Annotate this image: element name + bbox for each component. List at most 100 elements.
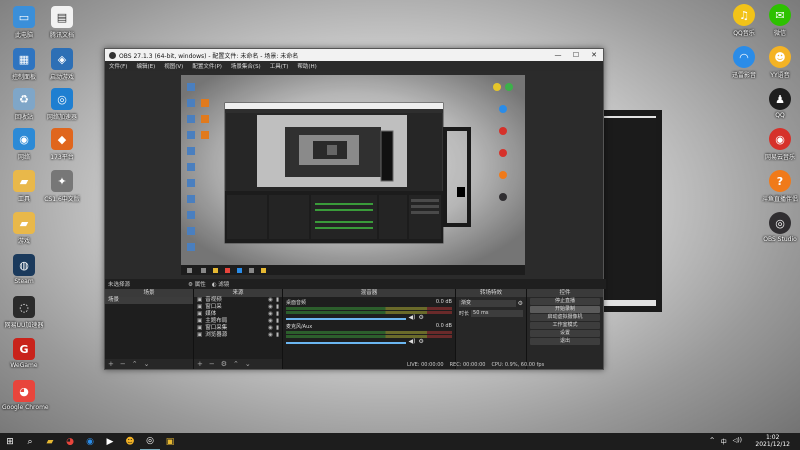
menu-item[interactable]: 场景集合(S) xyxy=(231,62,261,70)
computer-icon: ▭ xyxy=(13,6,35,28)
desktop-icon-qq[interactable]: ♟ QQ xyxy=(758,88,800,119)
steam-icon: ◍ xyxy=(13,254,35,276)
properties-button[interactable]: ⚙ 属性 xyxy=(188,280,206,288)
transition-select[interactable]: 渐变 xyxy=(459,300,516,307)
add-scene-icon[interactable]: + xyxy=(108,360,114,368)
obs-titlebar[interactable]: OBS 27.1.3 (64-bit, windows) - 配置文件: 未命名… xyxy=(105,49,603,61)
control-button-0[interactable]: 停止直播 xyxy=(530,298,600,305)
lock-icon[interactable]: ▮ xyxy=(276,325,279,332)
menu-item[interactable]: 视图(V) xyxy=(164,62,183,70)
desktop-icon-document[interactable]: ▤ 腾讯文档 xyxy=(40,6,84,39)
menu-item[interactable]: 工具(T) xyxy=(270,62,289,70)
visibility-eye-icon[interactable]: ◉ xyxy=(268,297,273,304)
source-item[interactable]: ▣ 主题布局 ◉ ▮ xyxy=(194,318,282,325)
move-up-icon[interactable]: ⌃ xyxy=(132,360,138,368)
tray-item[interactable]: ◁)) xyxy=(733,437,742,446)
desktop-icon-obs[interactable]: ◎ OBS Studio xyxy=(758,212,800,243)
menu-item[interactable]: 配置文件(P) xyxy=(192,62,222,70)
move-up-icon[interactable]: ⌃ xyxy=(233,360,239,368)
minimize-button[interactable]: — xyxy=(549,51,567,59)
cpu-status: CPU: 0.9%, 60.00 fps xyxy=(491,361,545,368)
control-button-4[interactable]: 设置 xyxy=(530,330,600,337)
remove-source-icon[interactable]: − xyxy=(209,360,215,368)
desktop-icon-chrome[interactable]: ◕ Google Chrome xyxy=(2,380,49,411)
menu-item[interactable]: 编辑(E) xyxy=(136,62,155,70)
lock-icon[interactable]: ▮ xyxy=(276,311,279,318)
volume-slider[interactable] xyxy=(286,317,406,320)
tray-item[interactable]: ^ xyxy=(710,437,715,446)
add-source-icon[interactable]: + xyxy=(197,360,203,368)
transition-settings-icon[interactable]: ⚙ xyxy=(518,300,523,307)
desktop-icon-douyu[interactable]: ? 斗鱼直播伴侣 xyxy=(758,170,800,203)
visibility-eye-icon[interactable]: ◉ xyxy=(268,332,273,339)
maximize-button[interactable]: ☐ xyxy=(567,51,585,59)
desktop-icon-folder-games[interactable]: ▰ 游戏 xyxy=(2,212,46,245)
desktop-icon-cs[interactable]: ✦ CS1.6中文版 xyxy=(40,170,84,203)
visibility-eye-icon[interactable]: ◉ xyxy=(268,311,273,318)
netease-music-icon: ◉ xyxy=(769,128,791,150)
controls-header: 控件 xyxy=(527,289,603,297)
lock-icon[interactable]: ▮ xyxy=(276,332,279,339)
desktop-icon-game-launcher[interactable]: ◈ 启动游戏 xyxy=(40,48,84,81)
clock[interactable]: 1:02 2021/12/12 xyxy=(755,434,790,448)
obs-active-icon[interactable]: ◎ xyxy=(140,433,160,450)
move-down-icon[interactable]: ⌄ xyxy=(245,360,251,368)
menu-item[interactable]: 文件(F) xyxy=(109,62,127,70)
desktop-icon-platform-173[interactable]: ◆ 173平台 xyxy=(40,128,84,161)
source-item[interactable]: ▣ 浏览器源 ◉ ▮ xyxy=(194,332,282,339)
desktop-icon-steam[interactable]: ◍ Steam xyxy=(2,254,46,285)
control-button-5[interactable]: 退出 xyxy=(530,338,600,345)
desktop-icon-label: OBS Studio xyxy=(763,236,797,243)
close-button[interactable]: ✕ xyxy=(585,51,603,59)
search-icon[interactable]: ⌕ xyxy=(20,433,40,450)
video-app-icon[interactable]: ▶ xyxy=(100,433,120,450)
duration-input[interactable]: 50 ms xyxy=(471,310,523,317)
media-app-icon[interactable]: ▣ xyxy=(160,433,180,450)
control-button-3[interactable]: 工作室模式 xyxy=(530,322,600,329)
desktop-icon-netease-music[interactable]: ◉ 网易云音乐 xyxy=(758,128,800,161)
desktop-icon-wechat[interactable]: ✉ 微信 xyxy=(758,4,800,37)
obs-window[interactable]: OBS 27.1.3 (64-bit, windows) - 配置文件: 未命名… xyxy=(104,48,606,370)
volume-slider[interactable] xyxy=(286,341,406,344)
start-icon[interactable]: ⊞ xyxy=(0,433,20,450)
gear-icon[interactable]: ⚙ xyxy=(418,338,423,345)
source-name: 窗口采 xyxy=(205,304,222,310)
source-name: 主题布局 xyxy=(205,318,228,324)
file-explorer-icon[interactable]: ▰ xyxy=(40,433,60,450)
recursive-capture-graphic xyxy=(181,75,525,275)
gear-icon[interactable]: ⚙ xyxy=(418,314,423,321)
yy-taskbar-icon[interactable]: ☻ xyxy=(120,433,140,450)
visibility-eye-icon[interactable]: ◉ xyxy=(268,304,273,311)
visibility-eye-icon[interactable]: ◉ xyxy=(268,318,273,325)
speaker-icon[interactable]: ◀) xyxy=(409,314,416,321)
source-item[interactable]: ▣ 媒体 ◉ ▮ xyxy=(194,311,282,318)
move-down-icon[interactable]: ⌄ xyxy=(144,360,150,368)
visibility-eye-icon[interactable]: ◉ xyxy=(268,325,273,332)
obs-taskbar-icon[interactable]: ◉ xyxy=(80,433,100,450)
mixer-track: 麦克风/Aux 0.0 dB ◀) ⚙ xyxy=(283,321,455,345)
speaker-icon[interactable]: ◀) xyxy=(409,338,416,345)
filters-button[interactable]: ◐ 滤镜 xyxy=(212,280,230,288)
preview-area[interactable] xyxy=(105,71,603,279)
source-settings-icon[interactable]: ⚙ xyxy=(221,360,227,368)
menu-item[interactable]: 帮助(H) xyxy=(297,62,316,70)
qq-music-icon: ♫ xyxy=(733,4,755,26)
desktop-icon-label: 微信 xyxy=(773,30,786,37)
source-item[interactable]: ▣ 窗口采 ◉ ▮ xyxy=(194,304,282,311)
source-item[interactable]: ▣ 音视频 ◉ ▮ xyxy=(194,297,282,304)
desktop-icon-yy[interactable]: ☻ YY语音 xyxy=(758,46,800,79)
desktop-icon-label: YY语音 xyxy=(770,72,790,79)
desktop-icon-network-accelerator[interactable]: ◎ 网络加速器 xyxy=(40,88,84,121)
tray-item[interactable]: 中 xyxy=(721,437,727,446)
remove-scene-icon[interactable]: − xyxy=(120,360,126,368)
control-button-1[interactable]: 开始录制 xyxy=(530,306,600,313)
desktop-icon-wegame[interactable]: G WeGame xyxy=(2,338,46,369)
lock-icon[interactable]: ▮ xyxy=(276,304,279,311)
lock-icon[interactable]: ▮ xyxy=(276,297,279,304)
chrome-taskbar-icon[interactable]: ◕ xyxy=(60,433,80,450)
desktop-icon-uu-accelerator[interactable]: ◌ 网易UU加速器 xyxy=(2,296,46,329)
control-button-2[interactable]: 启动虚拟摄像机 xyxy=(530,314,600,321)
source-item[interactable]: ▣ 窗口采集 ◉ ▮ xyxy=(194,325,282,332)
scene-item[interactable]: 场景 xyxy=(105,297,193,304)
lock-icon[interactable]: ▮ xyxy=(276,318,279,325)
